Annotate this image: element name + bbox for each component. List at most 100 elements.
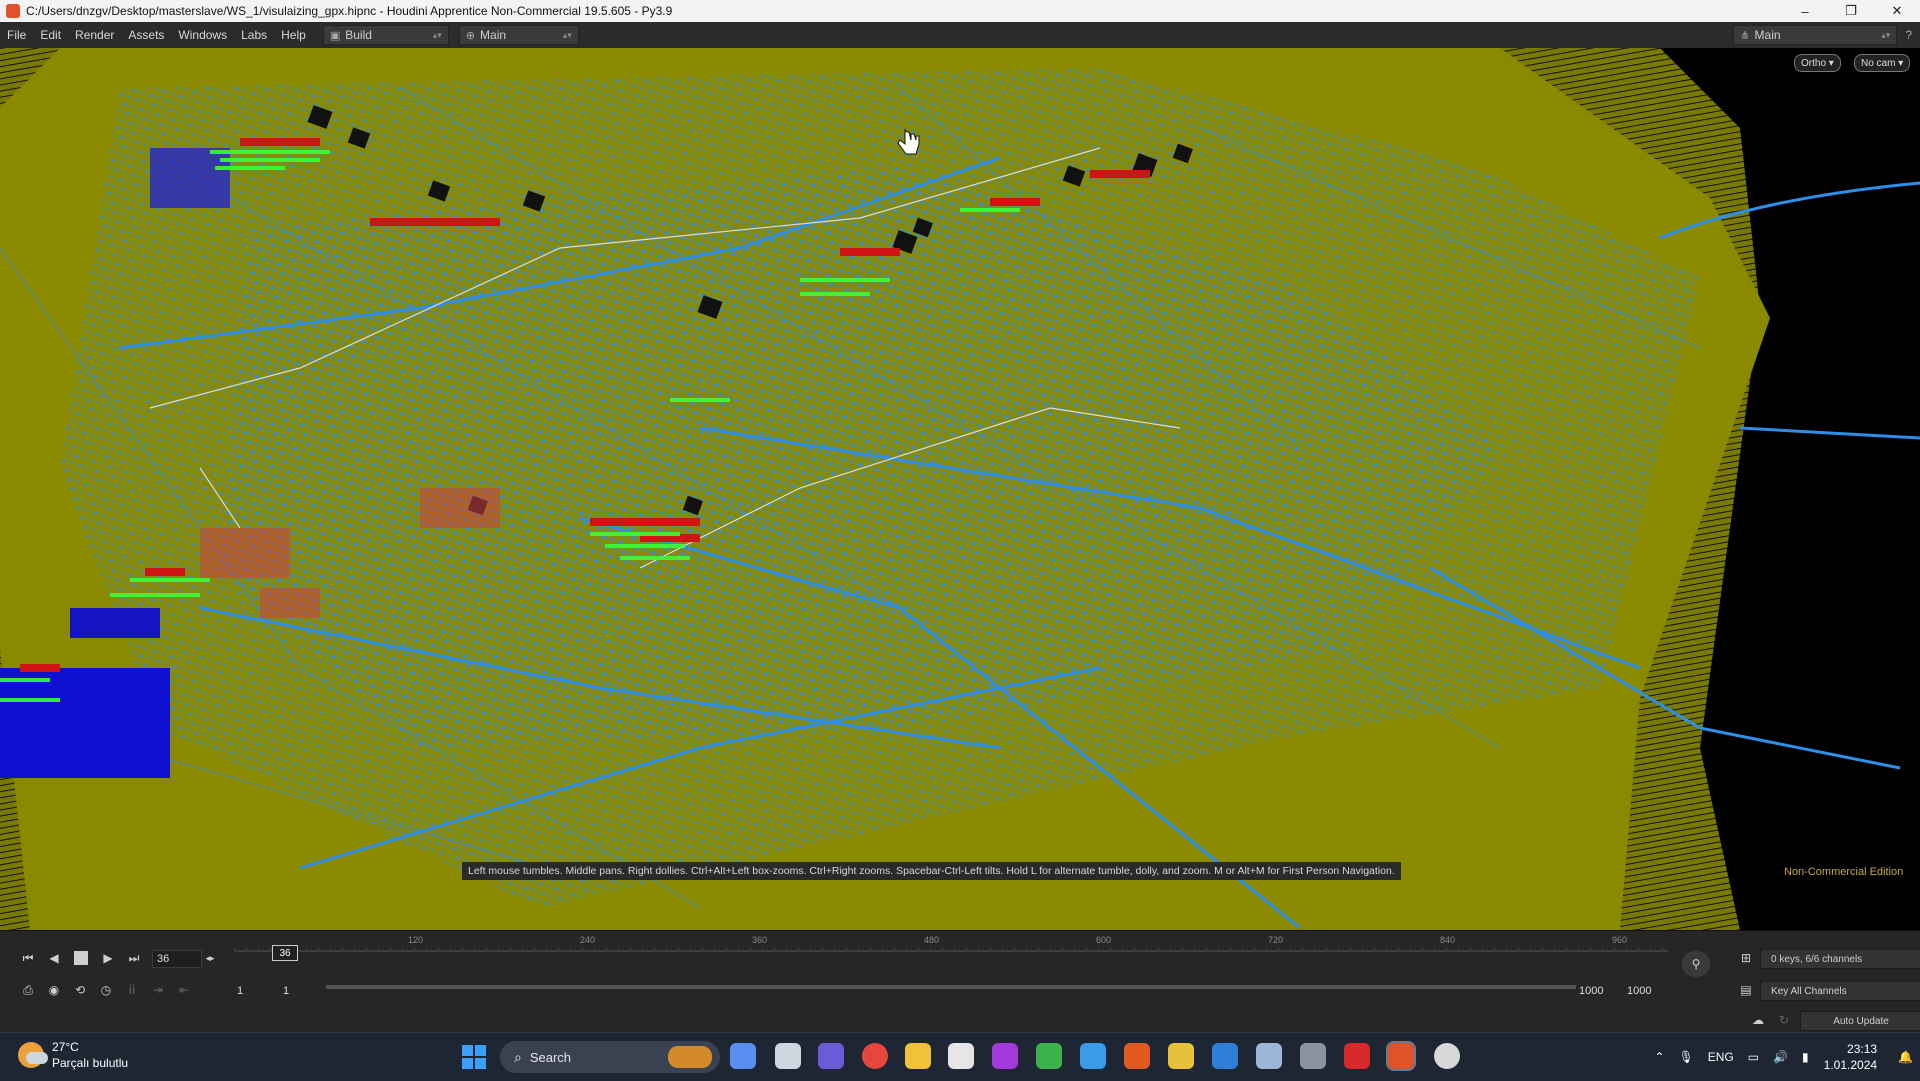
menu-edit[interactable]: Edit <box>33 28 68 42</box>
task-view-icon[interactable] <box>775 1043 801 1069</box>
crosshair-icon: ⊕ <box>465 29 476 42</box>
jump-end-icon[interactable]: ⏭ <box>124 949 144 967</box>
git-icon[interactable] <box>1168 1043 1194 1069</box>
widgets-icon[interactable] <box>730 1043 756 1069</box>
fps-icon[interactable]: ⅰⅰ <box>122 981 142 999</box>
right-desktop-selector[interactable]: ⋔ Main ▴▾ <box>1733 25 1898 45</box>
menu-windows[interactable]: Windows <box>171 28 234 42</box>
jump-start-icon[interactable]: ⏮ <box>18 949 38 967</box>
menu-render[interactable]: Render <box>68 28 121 42</box>
auto-update-button[interactable]: Auto Update <box>1800 1011 1920 1031</box>
loop-icon[interactable]: ⟲ <box>70 981 90 999</box>
timeline-cursor[interactable]: 36 <box>272 945 298 961</box>
non-commercial-watermark: Non-Commercial Edition <box>1784 866 1904 878</box>
weather-widget[interactable]: 27°C Parçalı bulutlu <box>18 1039 128 1071</box>
tick-label: 240 <box>580 935 596 945</box>
step-icon[interactable]: ⇥ <box>148 981 168 999</box>
key-all-icon[interactable]: ▤ <box>1736 981 1756 999</box>
teams-icon[interactable] <box>818 1043 844 1069</box>
blue-block <box>150 148 230 208</box>
range-start-field[interactable]: 1 <box>232 982 276 1000</box>
viewport-scene[interactable] <box>0 48 1920 930</box>
help-icon[interactable]: ? <box>1905 28 1912 42</box>
desktop-selector[interactable]: ▣ Build ▴▾ <box>322 25 449 45</box>
tick-label: 840 <box>1440 935 1456 945</box>
step-back-icon[interactable]: ◀ <box>44 949 64 967</box>
houdini-app-icon <box>6 4 20 18</box>
windows-start-icon[interactable] <box>462 1045 486 1069</box>
language-indicator[interactable]: ENG <box>1708 1050 1734 1064</box>
search-label: Search <box>529 1049 572 1065</box>
houdini-icon[interactable] <box>1386 1041 1416 1071</box>
playback-range-bar[interactable] <box>326 985 1576 989</box>
instagram-icon[interactable] <box>992 1043 1018 1069</box>
file-explorer-icon[interactable] <box>905 1043 931 1069</box>
screen-recorder-icon[interactable] <box>1434 1043 1460 1069</box>
audio-icon[interactable]: ⎙ <box>18 981 38 999</box>
realtime-icon[interactable]: ◷ <box>96 981 116 999</box>
chevron-down-icon: ▴▾ <box>432 29 442 40</box>
search-icon: ⌕ <box>514 1048 522 1065</box>
chrome-icon[interactable] <box>862 1043 888 1069</box>
sound-icon[interactable]: ◉ <box>44 981 64 999</box>
pane-label: Main <box>480 28 507 42</box>
update-icon[interactable]: ↻ <box>1774 1011 1794 1029</box>
rhino-icon[interactable] <box>948 1043 974 1069</box>
play-icon[interactable]: ▶ <box>98 949 118 967</box>
network-icon[interactable]: ▭ <box>1748 1050 1759 1064</box>
camera-menu-button[interactable]: No cam ▾ <box>1854 54 1911 72</box>
weather-description: Parçalı bulutlu <box>52 1056 129 1070</box>
pane-tab-selector[interactable]: ⊕ Main ▴▾ <box>458 25 579 45</box>
channels-icon[interactable]: ⊞ <box>1736 949 1756 967</box>
image-viewer-icon[interactable] <box>1256 1043 1282 1069</box>
status-strip: ☁ ↻ Auto Update <box>0 1008 1920 1032</box>
minimize-button[interactable]: – <box>1782 0 1828 22</box>
menu-bar: File Edit Render Assets Windows Labs Hel… <box>0 22 1920 49</box>
maximize-button[interactable]: ❐ <box>1828 0 1874 22</box>
chevron-up-icon[interactable]: ⌃ <box>1654 1050 1664 1064</box>
right-desktop-label: Main <box>1754 28 1781 42</box>
ortho-view-button[interactable]: Ortho ▾ <box>1794 54 1841 72</box>
houdini-launcher-icon[interactable] <box>1124 1043 1150 1069</box>
notification-bell-icon[interactable]: 🔔 <box>1898 1050 1913 1064</box>
range-icon[interactable]: ⇤ <box>174 981 194 999</box>
vscode-icon[interactable] <box>1212 1043 1238 1069</box>
settings-icon[interactable] <box>1300 1043 1326 1069</box>
battery-icon[interactable]: ▮ <box>1802 1050 1809 1064</box>
key-icon[interactable]: ⚲ <box>1682 951 1710 977</box>
window-title: C:/Users/dnzgv/Desktop/masterslave/WS_1/… <box>26 4 673 18</box>
scene-viewport[interactable]: Ortho ▾ No cam ▾ <box>0 48 1920 930</box>
keys-info-panel[interactable]: 0 keys, 6/6 channels <box>1760 949 1920 969</box>
network-icon: ⋔ <box>1740 29 1750 42</box>
title-bar: C:/Users/dnzgv/Desktop/masterslave/WS_1/… <box>0 0 1920 22</box>
os-taskbar: 27°C Parçalı bulutlu ⌕ Search ⌃ 🎙 ENG ▭ … <box>0 1032 1920 1081</box>
range-end2-field[interactable]: 1000 <box>1622 982 1666 1000</box>
notepad-icon[interactable] <box>1080 1043 1106 1069</box>
menu-help[interactable]: Help <box>274 28 313 42</box>
desktop-icon: ▣ <box>329 29 341 42</box>
cloud-icon[interactable]: ☁ <box>1748 1011 1768 1029</box>
menu-labs[interactable]: Labs <box>234 28 274 42</box>
menu-assets[interactable]: Assets <box>121 28 171 42</box>
taskbar-search[interactable]: ⌕ Search <box>500 1041 720 1073</box>
close-button[interactable]: ✕ <box>1874 0 1920 22</box>
clock-date: 1.01.2024 <box>1823 1058 1878 1072</box>
menu-file[interactable]: File <box>0 28 33 42</box>
timeline-ruler[interactable]: 120 240 360 480 600 720 840 960 36 <box>234 935 1668 963</box>
microphone-icon[interactable]: 🎙 <box>1679 1050 1694 1064</box>
step-keys-icon[interactable]: ◂▸ <box>200 949 220 967</box>
clock[interactable]: 23:13 1.01.2024 <box>1824 1041 1877 1073</box>
stop-icon[interactable] <box>74 951 88 965</box>
desktop-label: Build <box>345 28 372 42</box>
tick-label: 960 <box>1612 935 1628 945</box>
volume-icon[interactable]: 🔊 <box>1773 1050 1788 1064</box>
key-all-channels-button[interactable]: Key All Channels <box>1760 981 1920 1001</box>
chevron-down-icon: ▴▾ <box>562 29 572 40</box>
pdf-reader-icon[interactable] <box>1344 1043 1370 1069</box>
range-start2-field[interactable]: 1 <box>278 982 322 1000</box>
tick-label: 480 <box>924 935 940 945</box>
current-frame-field[interactable]: 36 <box>152 950 202 968</box>
menubar-right: ⋔ Main ▴▾ ? <box>1723 25 1920 45</box>
xbox-icon[interactable] <box>1036 1043 1062 1069</box>
range-end-field[interactable]: 1000 <box>1574 982 1618 1000</box>
